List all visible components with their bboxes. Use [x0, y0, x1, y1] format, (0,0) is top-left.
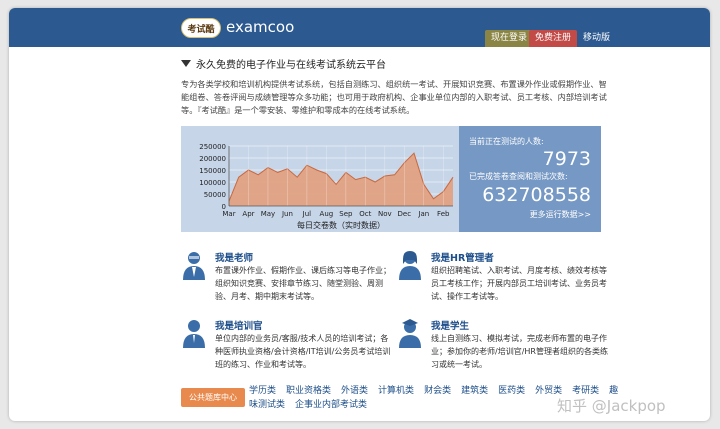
student-icon — [399, 319, 421, 348]
public-question-bank-button[interactable]: 公共题库中心 — [181, 388, 245, 407]
role-title[interactable]: 我是培训官 — [215, 318, 263, 332]
role-title[interactable]: 我是HR管理者 — [431, 250, 494, 264]
x-tick-label: May — [261, 210, 275, 218]
role-description: 线上自测练习、模拟考试，完成老师布置的电子作业；参加你的老师/培训官/HR管理者… — [431, 334, 608, 369]
x-tick-label: Aug — [320, 210, 334, 218]
chart-svg: 050000100000150000200000250000Mar Apr May J… — [199, 143, 454, 230]
headline-text: 永久免费的电子作业与在线考试系统云平台 — [196, 60, 386, 71]
page-frame: 考试酷 examcoo 现在登录 免费注册 移动版 永久免费的电子作业与在线考试… — [9, 8, 710, 421]
role-hr-manager[interactable]: 我是HR管理者 组织招聘笔试、入职考试、月度考核、绩效考核等员工考核工作；开展内… — [397, 250, 607, 310]
x-tick-label: Sep — [339, 210, 353, 218]
x-tick-label: Dec — [398, 210, 412, 218]
total-count-label: 已完成答卷查阅和测试次数: — [469, 172, 568, 181]
y-tick-label: 250000 — [199, 143, 226, 151]
x-tick-label: Oct — [359, 210, 371, 218]
more-data-link[interactable]: 更多运行数据>> — [530, 209, 591, 220]
x-tick-label: Apr — [242, 210, 254, 218]
page-headline: 永久免费的电子作业与在线考试系统云平台 — [181, 56, 386, 71]
role-title[interactable]: 我是学生 — [431, 318, 469, 332]
examcoo-logo[interactable]: 考试酷 — [181, 18, 221, 38]
category-link[interactable]: 外语类 — [341, 386, 368, 396]
x-tick-label: Jan — [417, 210, 429, 218]
y-tick-label: 150000 — [199, 167, 226, 175]
top-navigation-bar: 考试酷 examcoo 现在登录 免费注册 移动版 — [9, 8, 710, 47]
y-tick-label: 100000 — [199, 179, 226, 187]
role-description: 单位内部的业务员/客服/技术人员的培训考试；各种医师执业资格/会计资格/IT培训… — [215, 334, 391, 369]
area-fill — [229, 153, 453, 206]
online-count-value: 7973 — [542, 148, 591, 170]
online-count-label: 当前正在测试的人数: — [469, 137, 544, 146]
hr-manager-icon — [399, 251, 421, 280]
daily-submissions-chart: 0 50000 100000 150000 200000 250000 Mar Apr May J… — [181, 126, 459, 232]
brand-name[interactable]: examcoo — [226, 18, 294, 36]
role-description: 组织招聘笔试、入职考试、月度考核、绩效考核等员工考核工作；开展内部员工培训考试、… — [431, 266, 607, 301]
category-link[interactable]: 财会类 — [424, 386, 451, 396]
role-student[interactable]: 我是学生 线上自测练习、模拟考试，完成老师布置的电子作业；参加你的老师/培训官/… — [397, 318, 608, 378]
category-link[interactable]: 计算机类 — [378, 386, 414, 396]
category-link[interactable]: 企事业内部考试类 — [295, 400, 367, 410]
x-tick-label: Nov — [378, 210, 392, 218]
role-teacher[interactable]: 我是老师 布置课外作业、假期作业、课后练习等电子作业；组织知识竞赛、安排章节练习… — [181, 250, 391, 310]
teacher-icon — [183, 252, 205, 280]
intro-text: 专为各类学校和培训机构提供考试系统，包括自测练习、组织统一考试、开展知识竞赛、布… — [181, 79, 607, 115]
y-tick-label: 50000 — [204, 191, 226, 199]
category-link[interactable]: 学历类 — [249, 386, 276, 396]
category-link[interactable]: 医药类 — [498, 386, 525, 396]
x-tick-label: Jul — [302, 210, 312, 218]
category-link[interactable]: 职业资格类 — [286, 386, 331, 396]
role-description: 布置课外作业、假期作业、课后练习等电子作业；组织知识竞赛、安排章节练习、随堂测验… — [215, 266, 391, 301]
y-tick-label: 200000 — [199, 155, 226, 163]
login-button[interactable]: 现在登录 — [485, 30, 534, 47]
x-tick-label: Feb — [437, 210, 450, 218]
statistics-panel: 当前正在测试的人数: 7973 已完成答卷查阅和测试次数: 632708558 … — [459, 126, 601, 232]
register-button[interactable]: 免费注册 — [529, 30, 578, 47]
arrow-down-icon — [181, 60, 191, 67]
mobile-version-link[interactable]: 移动版 — [577, 30, 616, 47]
trainer-icon — [183, 320, 205, 348]
role-title[interactable]: 我是老师 — [215, 250, 253, 264]
x-tick-label: Jun — [281, 210, 293, 218]
role-trainer[interactable]: 我是培训官 单位内部的业务员/客服/技术人员的培训考试；各种医师执业资格/会计资… — [181, 318, 391, 378]
x-axis-label: 每日交卷数（实时数据） — [297, 220, 385, 230]
total-count-value: 632708558 — [482, 184, 591, 206]
watermark: 知乎 @Jackpop — [557, 397, 666, 415]
x-tick-label: Mar — [222, 210, 235, 218]
category-link[interactable]: 建筑类 — [461, 386, 488, 396]
